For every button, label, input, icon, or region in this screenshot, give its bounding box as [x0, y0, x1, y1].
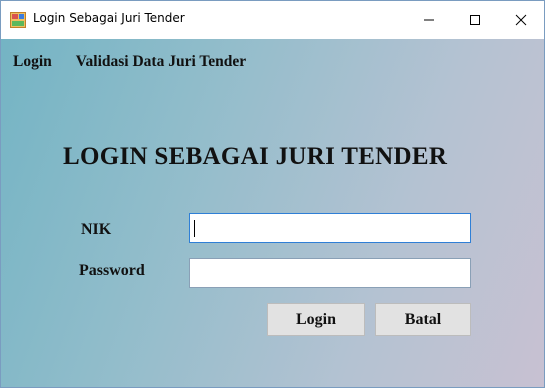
nik-input[interactable]	[189, 213, 471, 243]
menu-item-login[interactable]: Login	[1, 51, 64, 73]
close-button[interactable]	[498, 1, 544, 39]
menu-bar: Login Validasi Data Juri Tender	[1, 51, 258, 73]
minimize-icon	[424, 19, 434, 21]
close-icon	[515, 14, 527, 26]
password-label: Password	[79, 262, 145, 279]
form-heading: LOGIN SEBAGAI JURI TENDER	[63, 143, 448, 170]
form-client-area: Login Validasi Data Juri Tender LOGIN SE…	[1, 39, 544, 387]
login-button[interactable]: Login	[267, 303, 365, 336]
password-input[interactable]	[189, 258, 471, 288]
maximize-button[interactable]	[452, 1, 498, 39]
cancel-button[interactable]: Batal	[375, 303, 471, 336]
app-form-icon	[10, 12, 26, 28]
maximize-icon	[470, 15, 480, 25]
title-bar[interactable]: Login Sebagai Juri Tender	[1, 1, 544, 39]
text-caret	[194, 220, 195, 237]
login-window: Login Sebagai Juri Tender Login Validasi…	[0, 0, 545, 388]
minimize-button[interactable]	[406, 1, 452, 39]
window-title: Login Sebagai Juri Tender	[33, 11, 185, 25]
menu-item-validasi-data-juri-tender[interactable]: Validasi Data Juri Tender	[64, 51, 258, 73]
nik-label: NIK	[81, 221, 112, 238]
